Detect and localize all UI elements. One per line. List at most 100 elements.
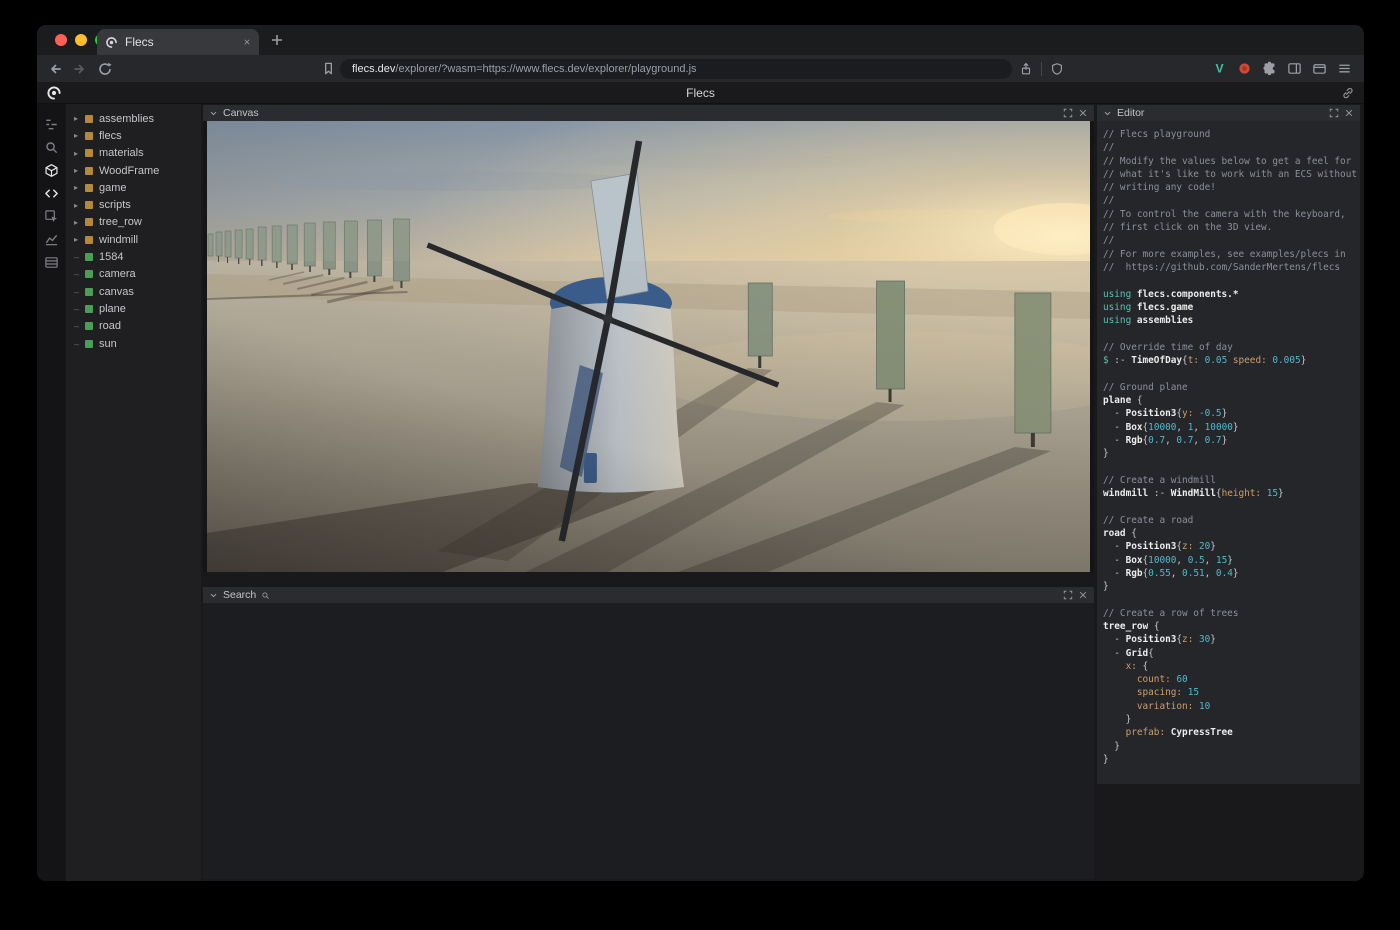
- expand-arrow-icon[interactable]: ▸: [74, 183, 85, 192]
- search-expand-icon[interactable]: [1063, 590, 1073, 600]
- leaf-dash-icon: –: [74, 339, 85, 349]
- tree-item-label: canvas: [99, 286, 134, 298]
- leaf-dash-icon: –: [74, 304, 85, 314]
- search-close-icon[interactable]: [1078, 590, 1088, 600]
- expand-arrow-icon[interactable]: ▸: [74, 218, 85, 227]
- entity-square-icon: [85, 253, 93, 261]
- address-bar[interactable]: flecs.dev/explorer/?wasm=https://www.fle…: [340, 59, 1012, 79]
- expand-arrow-icon[interactable]: ▸: [74, 201, 85, 210]
- page-title: Flecs: [37, 82, 1364, 104]
- tree-item-WoodFrame[interactable]: ▸WoodFrame: [66, 162, 201, 179]
- module-square-icon: [85, 149, 93, 157]
- extensions-icon[interactable]: [1262, 61, 1277, 76]
- tree-item-sun[interactable]: – sun: [66, 335, 201, 352]
- wallet-icon[interactable]: [1312, 61, 1327, 76]
- expand-arrow-icon[interactable]: ▸: [74, 114, 85, 123]
- table-icon[interactable]: [37, 251, 66, 274]
- tree-item-scripts[interactable]: ▸ scripts: [66, 196, 201, 213]
- search-panel-header: Search: [203, 587, 1094, 603]
- tree-item-label: road: [99, 320, 121, 332]
- editor-code[interactable]: // Flecs playground//// Modify the value…: [1097, 121, 1360, 784]
- tree-item-windmill[interactable]: ▸ windmill: [66, 231, 201, 248]
- canvas-collapse-icon[interactable]: [209, 109, 218, 118]
- tree-item-assemblies[interactable]: ▸ assemblies: [66, 110, 201, 127]
- back-button[interactable]: [47, 61, 63, 77]
- tree-item-label: scripts: [99, 199, 131, 211]
- share-icon[interactable]: [1019, 62, 1033, 76]
- side-panel-icon[interactable]: [1287, 61, 1302, 76]
- editor-expand-icon[interactable]: [1329, 108, 1339, 118]
- expand-arrow-icon[interactable]: ▸: [74, 235, 85, 244]
- browser-window: Flecs flecs.dev/explorer/?wasm=https://w…: [37, 25, 1364, 881]
- editor-panel-header: Editor: [1097, 105, 1360, 121]
- entity-square-icon: [85, 305, 93, 313]
- module-square-icon: [85, 184, 93, 192]
- toolbar-extensions: V: [1212, 55, 1352, 82]
- leaf-dash-icon: –: [74, 269, 85, 279]
- tree-item-road[interactable]: – road: [66, 318, 201, 335]
- canvas-panel-header: Canvas: [203, 105, 1094, 121]
- tree-item-canvas[interactable]: –canvas: [66, 283, 201, 300]
- tree-item-camera[interactable]: –camera: [66, 266, 201, 283]
- reload-button[interactable]: [97, 61, 113, 77]
- tree-item-label: assemblies: [99, 113, 154, 125]
- search-results-area: [203, 603, 1094, 879]
- url-path: /explorer/?wasm=https://www.flecs.dev/ex…: [395, 63, 696, 75]
- search-collapse-icon[interactable]: [209, 591, 218, 600]
- browser-toolbar: flecs.dev/explorer/?wasm=https://www.fle…: [37, 55, 1364, 82]
- expand-arrow-icon[interactable]: ▸: [74, 149, 85, 158]
- tree-item-1584[interactable]: – 1584: [66, 248, 201, 265]
- entity-square-icon: [85, 270, 93, 278]
- expand-arrow-icon[interactable]: ▸: [74, 166, 85, 175]
- shield-icon[interactable]: [1050, 62, 1064, 76]
- tab-flecs[interactable]: Flecs: [97, 29, 259, 55]
- tree-item-game[interactable]: ▸game: [66, 179, 201, 196]
- icon-rail: [37, 104, 66, 881]
- module-square-icon: [85, 236, 93, 244]
- expand-arrow-icon[interactable]: ▸: [74, 131, 85, 140]
- windmill-scene: [207, 121, 1090, 572]
- entity-square-icon: [85, 322, 93, 330]
- new-tab-button[interactable]: [269, 32, 285, 48]
- tree-item-flecs[interactable]: ▸ flecs: [66, 127, 201, 144]
- code-icon[interactable]: [37, 182, 66, 205]
- tree-item-tree_row[interactable]: ▸tree_row: [66, 214, 201, 231]
- tab-title: Flecs: [125, 35, 236, 49]
- entity-square-icon: [85, 288, 93, 296]
- 3d-viewport[interactable]: [203, 121, 1094, 572]
- canvas-expand-icon[interactable]: [1063, 108, 1073, 118]
- vimium-icon[interactable]: V: [1212, 61, 1227, 76]
- query-icon[interactable]: [37, 205, 66, 228]
- menu-icon[interactable]: [1337, 61, 1352, 76]
- tree-item-plane[interactable]: –plane: [66, 300, 201, 317]
- search-panel-title: Search: [223, 589, 256, 601]
- record-icon[interactable]: [1237, 61, 1252, 76]
- tree-item-label: windmill: [99, 234, 138, 246]
- editor-panel-title: Editor: [1117, 107, 1144, 119]
- bookmark-icon[interactable]: [321, 61, 336, 76]
- search-magnifier-icon: [261, 591, 270, 600]
- tree-item-label: sun: [99, 338, 117, 350]
- tab-close-icon[interactable]: [243, 38, 251, 46]
- forward-button[interactable]: [72, 61, 88, 77]
- tree-item-label: flecs: [99, 130, 122, 142]
- leaf-dash-icon: –: [74, 252, 85, 262]
- canvas-panel-title: Canvas: [223, 107, 259, 119]
- minimize-window-button[interactable]: [75, 34, 87, 46]
- cube-icon[interactable]: [37, 159, 66, 182]
- editor-close-icon[interactable]: [1344, 108, 1354, 118]
- editor-collapse-icon[interactable]: [1103, 109, 1112, 118]
- chart-icon[interactable]: [37, 228, 66, 251]
- search-icon[interactable]: [37, 136, 66, 159]
- tree-item-materials[interactable]: ▸materials: [66, 145, 201, 162]
- tab-favicon-icon: [105, 36, 118, 49]
- canvas-close-icon[interactable]: [1078, 108, 1088, 118]
- leaf-dash-icon: –: [74, 321, 85, 331]
- hierarchy-icon[interactable]: [37, 113, 66, 136]
- share-link-icon[interactable]: [1341, 86, 1355, 100]
- entity-tree: ▸ assemblies ▸ flecs ▸materials▸WoodFrame▸ga…: [66, 104, 201, 881]
- close-window-button[interactable]: [55, 34, 67, 46]
- module-square-icon: [85, 167, 93, 175]
- toolbar-divider: [1041, 62, 1042, 76]
- tree-item-label: 1584: [99, 251, 123, 263]
